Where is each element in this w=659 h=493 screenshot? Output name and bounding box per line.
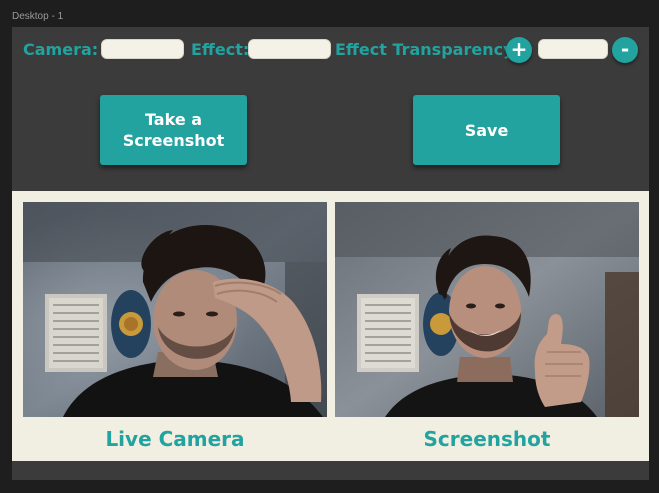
transparency-input[interactable] xyxy=(538,39,608,59)
increase-transparency-button[interactable]: + xyxy=(506,37,532,63)
frame-title: Desktop - 1 xyxy=(12,11,64,22)
effect-input[interactable] xyxy=(248,39,331,59)
screenshot-preview xyxy=(335,202,639,417)
screenshot-caption: Screenshot xyxy=(423,427,551,451)
preview-panel: Live Camera Screenshot xyxy=(12,191,649,461)
app-window: Camera: Effect: Effect Transparency: + -… xyxy=(12,27,649,480)
control-row: Camera: Effect: Effect Transparency: + - xyxy=(12,37,649,63)
live-camera-caption: Live Camera xyxy=(105,427,245,451)
camera-label: Camera: xyxy=(23,40,99,59)
decrease-transparency-button[interactable]: - xyxy=(612,37,638,63)
plus-icon: + xyxy=(510,37,528,61)
live-camera-feed xyxy=(23,202,327,417)
save-button[interactable]: Save xyxy=(413,95,560,165)
minus-icon: - xyxy=(620,37,630,61)
take-screenshot-button[interactable]: Take a Screenshot xyxy=(100,95,247,165)
effect-label: Effect: xyxy=(191,40,250,59)
camera-input[interactable] xyxy=(101,39,184,59)
effect-transparency-label: Effect Transparency: xyxy=(335,40,520,59)
